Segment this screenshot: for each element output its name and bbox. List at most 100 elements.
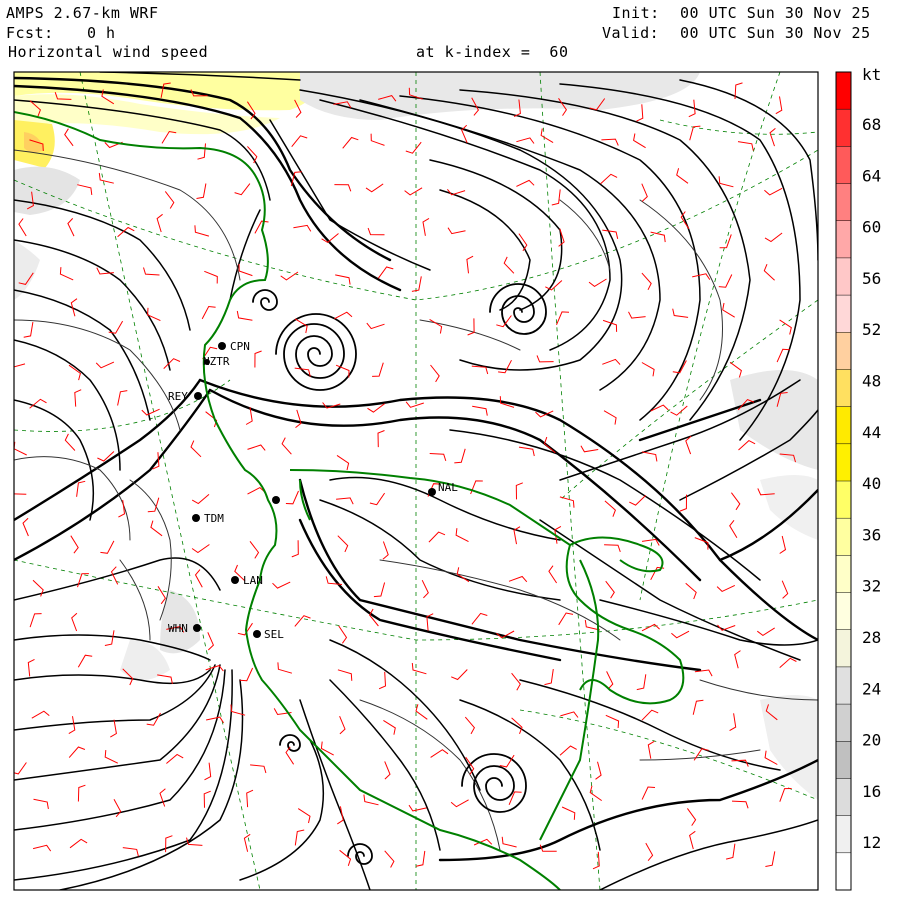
wind-barb xyxy=(74,389,82,407)
wind-barb xyxy=(641,183,648,202)
colorbar-label: 44 xyxy=(862,423,881,442)
wind-barb xyxy=(716,584,736,592)
wind-barb xyxy=(636,104,644,122)
wind-barb xyxy=(291,135,308,148)
wind-barb xyxy=(426,613,434,631)
wind-barb xyxy=(508,575,528,583)
colorbar-swatch xyxy=(836,146,851,185)
wind-barb xyxy=(513,526,521,545)
wind-barb xyxy=(764,232,783,243)
colorbar-label: 28 xyxy=(862,628,881,647)
wind-barb xyxy=(29,613,42,628)
wind-barb xyxy=(70,298,78,317)
colorbar-swatch xyxy=(836,518,851,556)
wind-barb xyxy=(141,408,160,416)
wind-barb xyxy=(201,305,216,320)
wind-barb xyxy=(197,143,206,160)
wind-barb xyxy=(467,318,475,336)
wind-barb xyxy=(429,453,447,462)
wind-barb xyxy=(143,267,160,276)
wind-barb xyxy=(604,500,616,517)
wind-barb xyxy=(731,800,749,809)
wind-barb xyxy=(247,444,266,451)
wind-barb xyxy=(14,441,27,456)
wind-barb xyxy=(641,623,660,632)
wind-barb xyxy=(373,582,386,598)
station-lan: LAN xyxy=(231,574,263,587)
colorbar-swatch xyxy=(836,109,851,147)
wind-barb xyxy=(71,612,78,632)
wind-barb xyxy=(551,189,561,206)
wind-barb xyxy=(280,271,299,281)
wind-barb xyxy=(779,535,787,554)
wind-barb xyxy=(194,225,210,237)
wind-barb xyxy=(249,540,260,559)
wind-barb xyxy=(382,541,389,560)
wind-barb xyxy=(98,172,114,184)
wind-barb xyxy=(104,750,119,764)
colorbar-swatch xyxy=(836,481,851,519)
wind-barb xyxy=(516,179,535,187)
colorbar-swatch xyxy=(836,815,851,854)
wind-barb xyxy=(605,714,620,729)
wind-barb xyxy=(633,133,646,149)
colorbar-swatch xyxy=(836,332,851,370)
wind-barb xyxy=(722,302,735,318)
wind-barb xyxy=(781,580,789,599)
wind-barb xyxy=(765,851,776,867)
colorbar-label: 24 xyxy=(862,679,881,698)
wind-barb xyxy=(70,535,79,554)
wind-barb xyxy=(544,669,554,686)
station-label-whn: WHN xyxy=(168,622,188,635)
wind-barb xyxy=(335,274,351,285)
wind-barb xyxy=(334,311,353,320)
wind-barb xyxy=(641,786,656,800)
wind-barb xyxy=(336,454,350,471)
colorbar-label: 52 xyxy=(862,320,881,339)
wind-barb xyxy=(731,492,741,511)
wind-barb xyxy=(757,627,775,637)
wind-barb xyxy=(738,439,756,451)
wind-barb xyxy=(641,362,655,377)
colorbar-swatch xyxy=(836,704,851,742)
wind-barb xyxy=(239,667,254,682)
colorbar-label: 68 xyxy=(862,115,881,134)
wind-barb xyxy=(472,405,488,416)
colorbar-label: 56 xyxy=(862,269,881,288)
wind-barb xyxy=(118,499,126,518)
colorbar-swatch xyxy=(836,369,851,408)
wind-barb xyxy=(77,654,93,668)
wind-barb xyxy=(729,713,737,732)
wind-barb xyxy=(600,173,618,185)
wind-barb xyxy=(429,318,443,334)
wind-barb xyxy=(430,364,440,383)
wind-barb xyxy=(454,448,466,464)
wind-barb xyxy=(511,672,521,691)
wind-barb xyxy=(339,716,346,735)
wind-barb xyxy=(779,788,792,802)
colorbar-label: 60 xyxy=(862,218,881,237)
wind-barb xyxy=(100,540,115,554)
wind-barb xyxy=(421,579,429,599)
colorbar-swatch xyxy=(836,666,851,705)
wind-barb xyxy=(725,843,736,860)
wind-barb xyxy=(243,833,251,852)
wind-barb xyxy=(163,358,181,369)
wind-barb xyxy=(729,519,738,539)
wind-barb xyxy=(428,531,446,543)
wind-barb xyxy=(207,632,214,651)
wind-barb xyxy=(205,716,225,724)
wind-barb xyxy=(147,497,160,513)
wind-barb xyxy=(372,362,384,377)
wind-barbs xyxy=(14,82,797,870)
colorbar-label: 16 xyxy=(862,782,881,801)
wind-barb xyxy=(689,830,696,850)
wind-barb xyxy=(337,535,349,553)
wind-barb xyxy=(560,711,579,718)
wind-barb xyxy=(692,699,704,715)
wind-barb xyxy=(464,716,476,735)
wind-barb xyxy=(384,761,391,780)
wind-barb xyxy=(32,844,52,852)
colorbar-swatch xyxy=(836,443,851,482)
wind-barb xyxy=(686,808,697,826)
